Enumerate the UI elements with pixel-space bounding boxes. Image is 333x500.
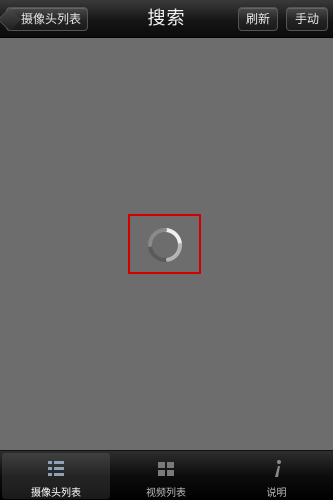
manual-button-label: 手动 xyxy=(294,12,319,26)
tab-camera-list[interactable]: 摄像头列表 xyxy=(2,453,110,499)
tab-help-label: 说明 xyxy=(266,488,287,499)
back-button-camera-list[interactable]: 摄像头列表 xyxy=(6,7,88,31)
page-title: 搜索 xyxy=(147,8,186,29)
info-icon xyxy=(274,460,281,477)
manual-button[interactable]: 手动 xyxy=(286,7,328,31)
loading-highlight-frame xyxy=(128,214,201,274)
tab-video-list[interactable]: 视频列表 xyxy=(112,453,220,499)
app-screen: 摄像头列表 搜索 刷新 手动 摄像头列表 视频列表 说明 xyxy=(0,0,333,500)
tab-camera-list-label: 摄像头列表 xyxy=(31,488,81,499)
top-navigation-bar: 摄像头列表 搜索 刷新 手动 xyxy=(0,0,333,38)
refresh-button-label: 刷新 xyxy=(245,12,270,26)
tab-video-list-label: 视频列表 xyxy=(146,488,186,499)
refresh-button[interactable]: 刷新 xyxy=(238,7,278,31)
tab-help[interactable]: 说明 xyxy=(222,453,331,499)
search-content-area xyxy=(0,38,333,450)
video-list-icon xyxy=(158,462,174,476)
camera-list-icon xyxy=(48,461,64,476)
bottom-tab-bar: 摄像头列表 视频列表 说明 xyxy=(0,450,333,500)
back-button-label: 摄像头列表 xyxy=(20,12,81,26)
loading-spinner-icon xyxy=(148,228,182,262)
